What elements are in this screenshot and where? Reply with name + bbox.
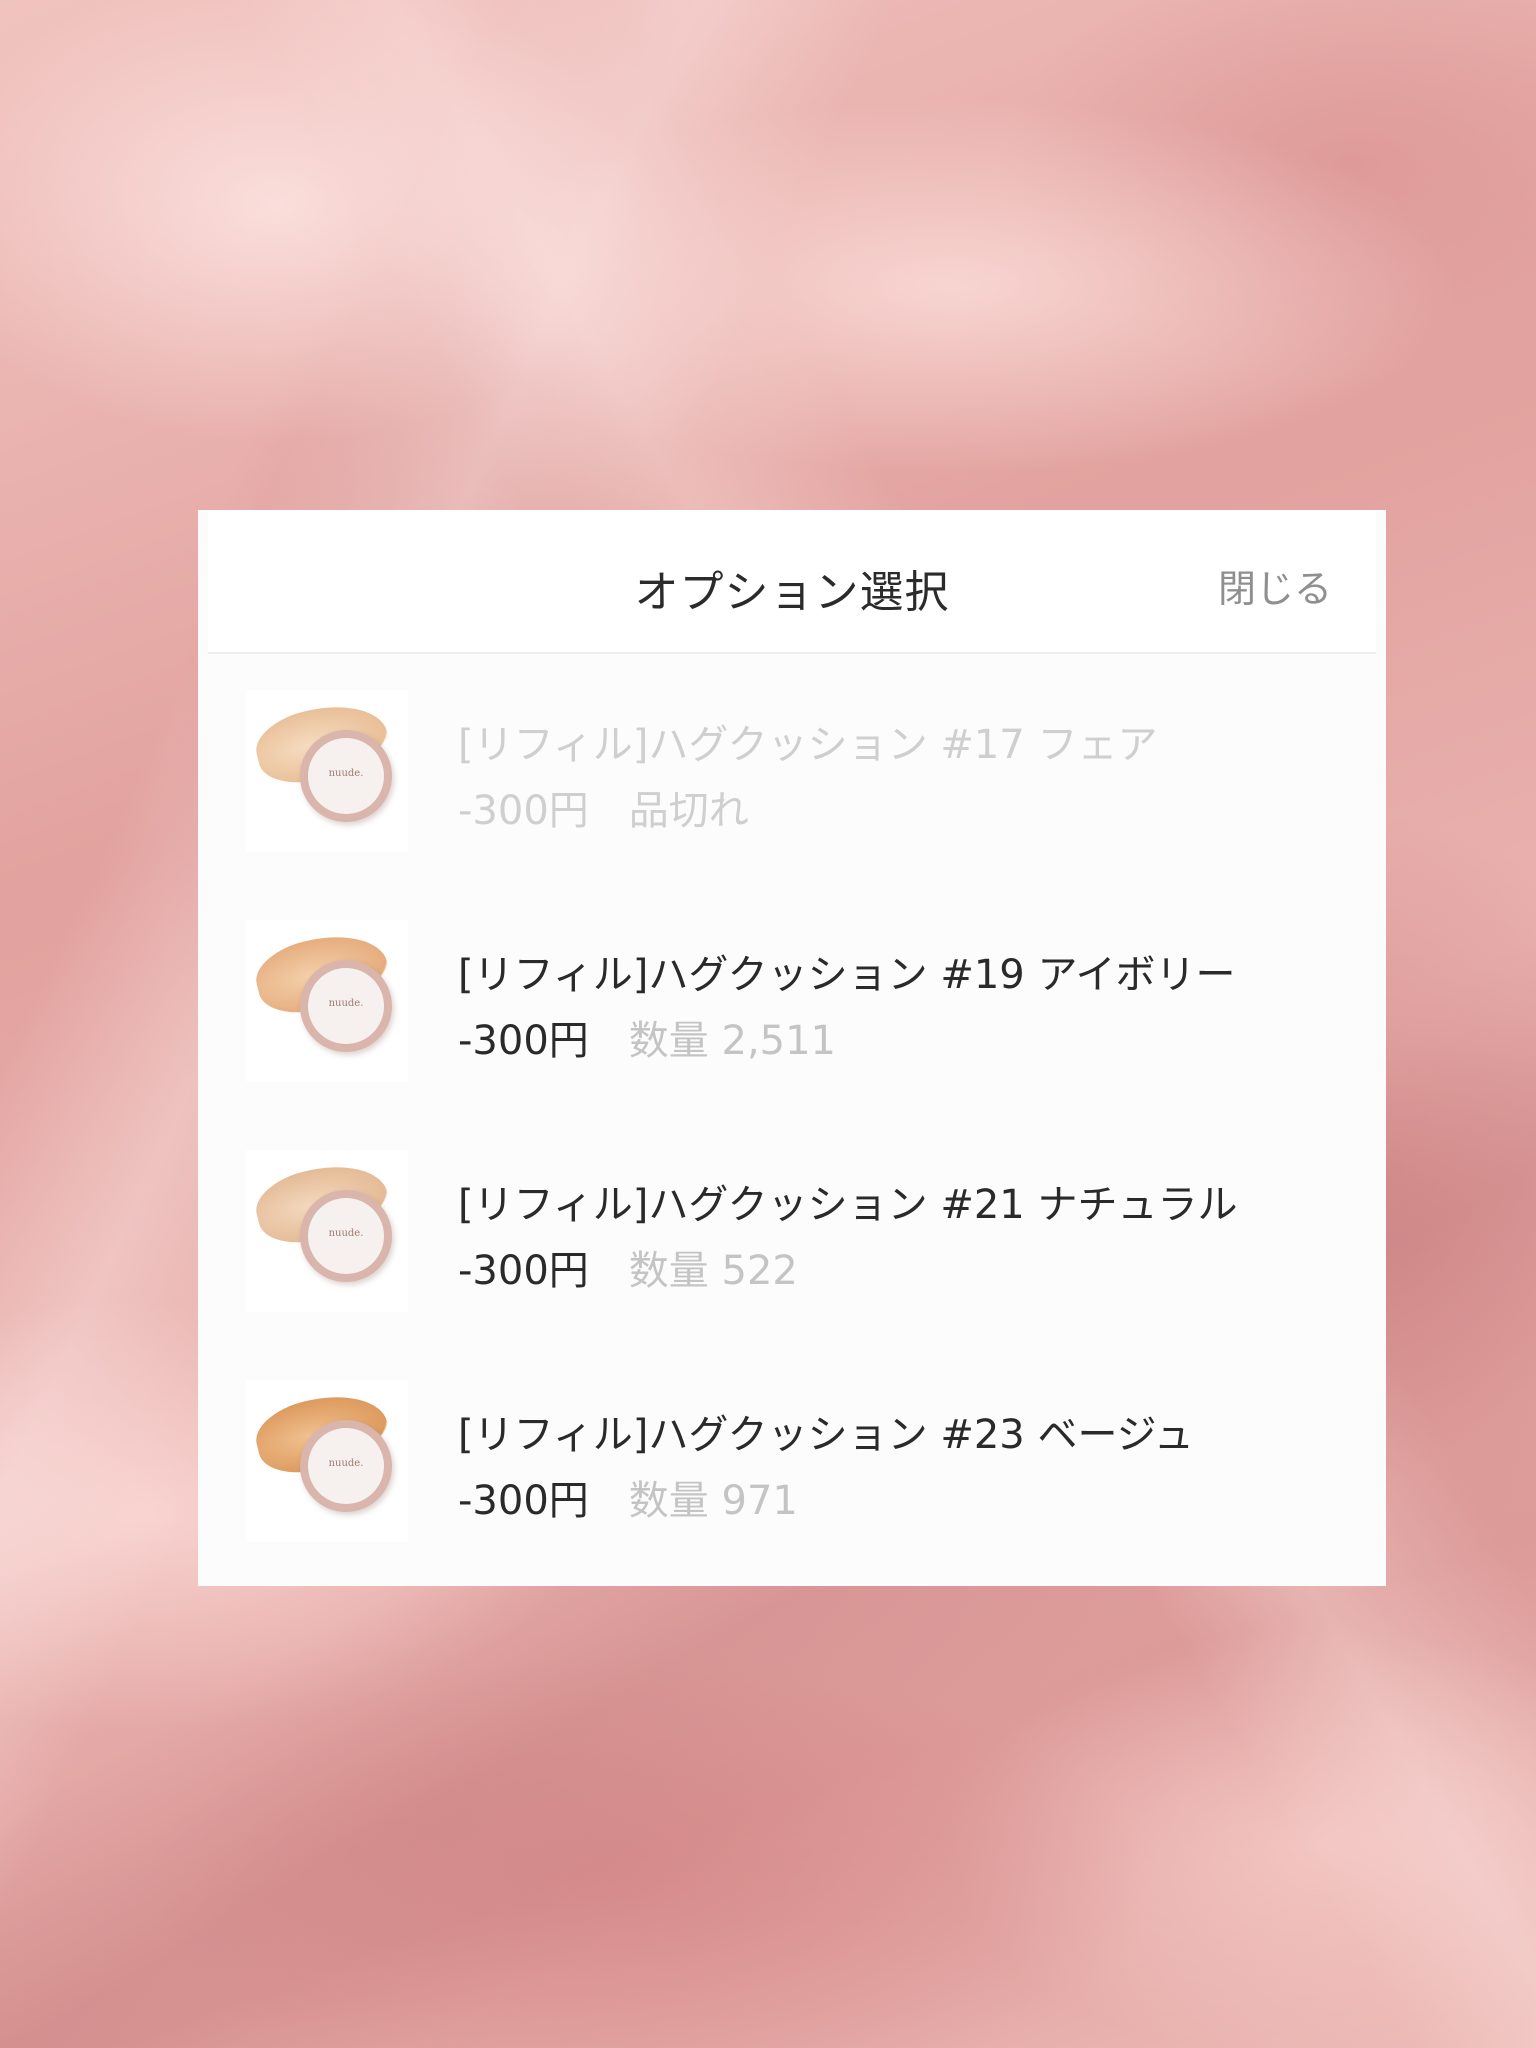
option-price: -300円 (458, 1248, 589, 1294)
option-meta: -300円 数量 522 (458, 1238, 798, 1296)
option-item-17-fair[interactable]: nuude. [リフィル]ハグクッション #17 フェア -300円 品切れ (198, 690, 1386, 920)
option-name: [リフィル]ハグクッション #21 ナチュラル (458, 1182, 1238, 1228)
option-item-19-ivory[interactable]: nuude. [リフィル]ハグクッション #19 アイボリー -300円 数量 2… (198, 920, 1386, 1150)
option-price: -300円 (458, 1018, 589, 1064)
compact-case: nuude. (300, 730, 392, 822)
compact-case: nuude. (300, 960, 392, 1052)
product-thumbnail: nuude. (246, 1150, 408, 1312)
stock-quantity: 数量 2,511 (628, 1018, 837, 1064)
product-thumbnail: nuude. (246, 920, 408, 1082)
stock-quantity: 数量 522 (628, 1248, 798, 1294)
option-meta: -300円 数量 2,511 (458, 1008, 836, 1066)
option-price: -300円 (458, 788, 589, 834)
modal-header: オプション選択 閉じる (208, 510, 1376, 654)
option-item-23-beige[interactable]: nuude. [リフィル]ハグクッション #23 ベージュ -300円 数量 97… (198, 1380, 1386, 1610)
modal-title: オプション選択 (634, 567, 950, 618)
compact-case: nuude. (300, 1190, 392, 1282)
sold-out-label: 品切れ (628, 788, 749, 834)
option-name: [リフィル]ハグクッション #23 ベージュ (458, 1412, 1194, 1458)
close-button[interactable]: 閉じる (1218, 558, 1332, 613)
option-name: [リフィル]ハグクッション #19 アイボリー (458, 952, 1236, 998)
option-select-modal: オプション選択 閉じる nuude. [リフィル]ハグクッション #17 フェア… (198, 510, 1386, 1586)
option-meta: -300円 品切れ (458, 778, 749, 836)
option-item-21-natural[interactable]: nuude. [リフィル]ハグクッション #21 ナチュラル -300円 数量 5… (198, 1150, 1386, 1380)
product-thumbnail: nuude. (246, 690, 408, 852)
option-name: [リフィル]ハグクッション #17 フェア (458, 722, 1158, 768)
compact-case: nuude. (300, 1420, 392, 1512)
option-meta: -300円 数量 971 (458, 1468, 798, 1526)
product-thumbnail: nuude. (246, 1380, 408, 1542)
stock-quantity: 数量 971 (628, 1478, 798, 1524)
option-list: nuude. [リフィル]ハグクッション #17 フェア -300円 品切れ nu… (198, 690, 1386, 1610)
option-price: -300円 (458, 1478, 589, 1524)
